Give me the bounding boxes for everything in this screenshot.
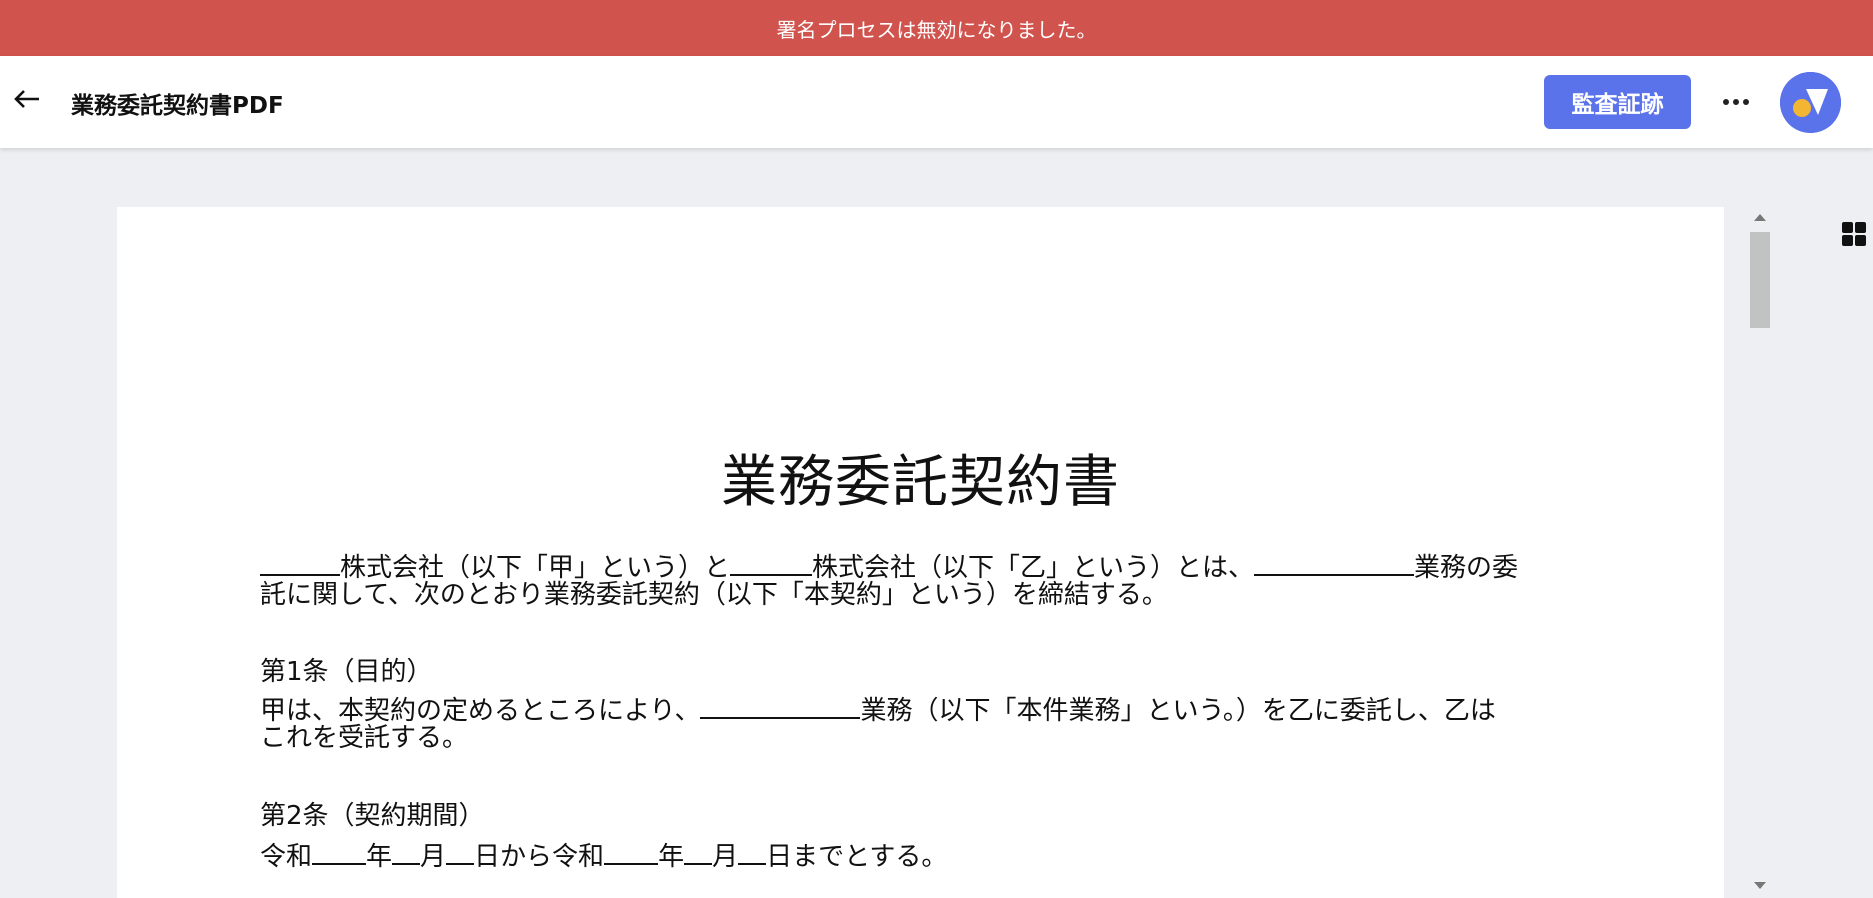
back-button[interactable] (12, 84, 42, 114)
scroll-down-arrow-icon[interactable] (1754, 882, 1766, 889)
app-header: 業務委託契約書PDF 監査証跡 (0, 56, 1873, 148)
banner-message: 署名プロセスは無効になりました。 (776, 17, 1097, 42)
intro-paragraph: 株式会社（以下「甲」という）と 株式会社（以下「乙」という）とは、 業務の委 託に関… (260, 553, 1519, 610)
article1-title: 第1条（目的） (260, 657, 433, 687)
document-viewer[interactable]: 業務委託契約書 株式会社（以下「甲」という）と 株式会社（以下「乙」という）とは、… (117, 207, 1724, 898)
grid-view-icon (1842, 222, 1853, 233)
status-banner: 署名プロセスは無効になりました。 (0, 0, 1873, 56)
scroll-up-arrow-icon[interactable] (1754, 214, 1766, 221)
article2-title: 第2条（契約期間） (260, 801, 485, 831)
brand-logo-icon (1780, 72, 1841, 133)
grid-view-button[interactable] (1842, 222, 1866, 246)
more-horizontal-icon (1723, 99, 1729, 105)
document-heading: 業務委託契約書 (721, 450, 1120, 515)
more-options-button[interactable] (1718, 82, 1754, 122)
article2-body: 令和年月日から令和年月日までとする。 (260, 842, 948, 872)
document-title: 業務委託契約書PDF (71, 93, 284, 119)
audit-trail-button[interactable]: 監査証跡 (1544, 75, 1691, 129)
scrollbar-thumb[interactable] (1750, 232, 1770, 328)
avatar[interactable] (1780, 72, 1841, 133)
article1-body: 甲は、本契約の定めるところにより、 業務（以下「本件業務」という。）を乙に委託し、… (260, 696, 1496, 753)
arrow-left-icon (14, 90, 39, 108)
